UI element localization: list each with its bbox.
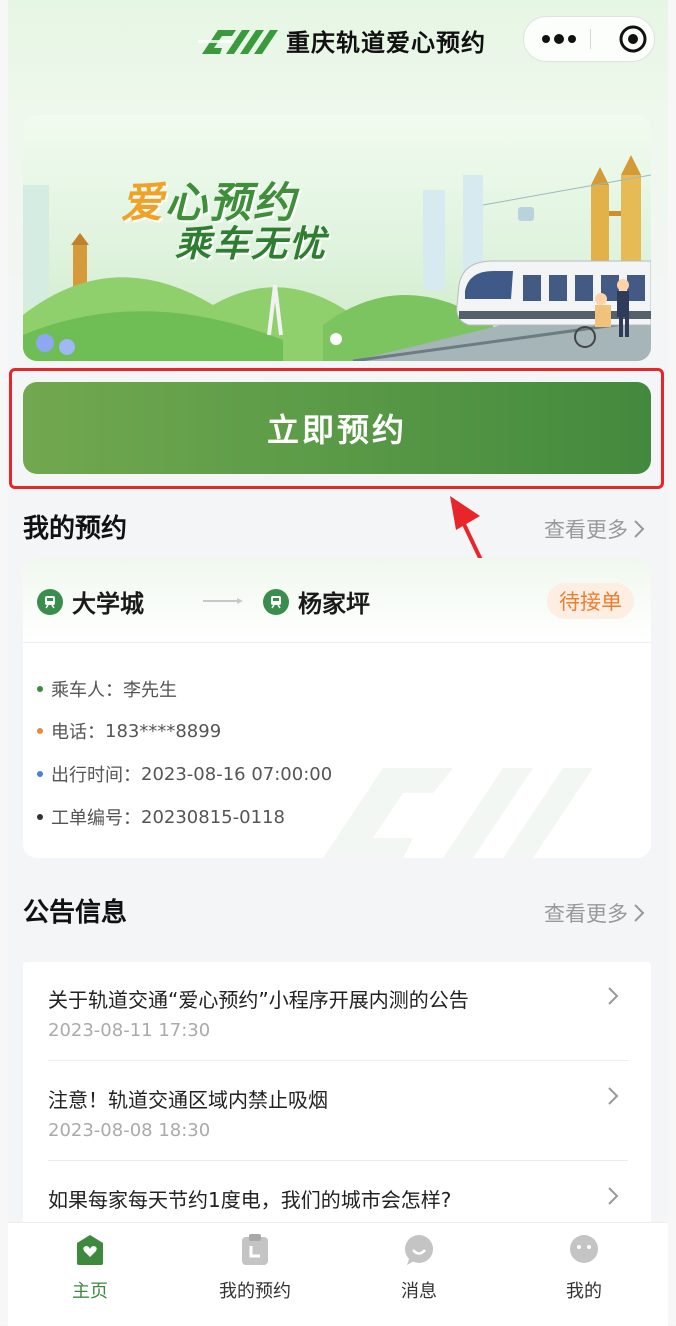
banner-illustration (23, 155, 651, 361)
my-booking-title: 我的预约 (23, 514, 128, 544)
phone-value: 183****8899 (105, 720, 222, 742)
notice-title: 关于轨道交通“爱心预约”小程序开展内测的公告 (48, 988, 469, 1012)
bullet-dot (37, 728, 43, 734)
travel-time-line: 出行时间： 2023-08-16 07:00:00 (37, 761, 332, 787)
notice-divider (48, 1160, 628, 1161)
passenger-label: 乘车人： (51, 680, 123, 701)
screen-edge-right (668, 0, 676, 1325)
order-number-label: 工单编号： (51, 808, 141, 829)
route-arrow-icon (203, 598, 243, 604)
notice-date: 2023-08-08 18:30 (48, 1120, 211, 1141)
tab-profile[interactable]: 我的 (524, 1233, 644, 1313)
passenger-value: 李先生 (123, 680, 177, 701)
passenger-line: 乘车人： 李先生 (37, 676, 177, 702)
notice-item[interactable]: 注意！轨道交通区域内禁止吸烟 2023-08-08 18:30 (23, 1062, 651, 1162)
see-more-label: 查看更多 (544, 518, 628, 542)
notice-date: 2023-08-11 17:30 (48, 1020, 211, 1041)
chevron-right-icon (608, 1187, 619, 1205)
notice-title: 注意！轨道交通区域内禁止吸烟 (48, 1088, 328, 1112)
tab-label: 主页 (72, 1281, 108, 1302)
notice-divider (48, 1060, 628, 1061)
tab-home[interactable]: 主页 (30, 1233, 150, 1313)
to-station-name: 杨家坪 (298, 590, 370, 618)
target-close-icon (619, 25, 647, 53)
notices-title: 公告信息 (23, 898, 128, 928)
to-station: 杨家坪 (263, 584, 370, 619)
banner-slogan-line2: 乘车无忧 (175, 224, 328, 265)
carousel-indicator-dot[interactable] (330, 333, 342, 345)
chevron-right-icon (608, 987, 619, 1005)
bullet-dot (37, 814, 43, 820)
message-smile-icon (405, 1235, 433, 1265)
home-heart-icon (77, 1235, 103, 1265)
notices-see-more[interactable]: 查看更多 (544, 898, 646, 928)
navigation-bar: 重庆轨道爱心预约 (8, 0, 668, 90)
notice-item[interactable]: 关于轨道交通“爱心预约”小程序开展内测的公告 2023-08-11 17:30 (23, 962, 651, 1062)
miniprogram-capsule (523, 16, 655, 62)
see-more-label: 查看更多 (544, 902, 628, 926)
promo-banner[interactable]: 爱心预约 乘车无忧 (23, 115, 651, 361)
order-number-line: 工单编号： 20230815-0118 (37, 804, 285, 830)
bullet-dot (37, 686, 43, 692)
chevron-right-icon (608, 1087, 619, 1105)
bottom-tab-bar: 主页 我的预约 消息 我的 (8, 1222, 668, 1326)
tab-label: 消息 (401, 1281, 437, 1302)
more-button[interactable] (524, 17, 590, 61)
chevron-right-icon (634, 904, 645, 922)
from-station-name: 大学城 (72, 590, 144, 618)
metro-station-icon (37, 588, 63, 615)
more-dots-icon (542, 34, 576, 44)
metro-station-icon (263, 588, 289, 615)
clipboard-icon (242, 1234, 268, 1265)
screen-edge-left (0, 0, 8, 1325)
notice-list: 关于轨道交通“爱心预约”小程序开展内测的公告 2023-08-11 17:30 … (23, 962, 651, 1242)
route-row: 大学城 杨家坪 待接单 (23, 558, 651, 643)
bullet-dot (37, 771, 43, 777)
travel-time-label: 出行时间： (51, 765, 141, 786)
notice-title: 如果每家每天节约1度电，我们的城市会怎样? (48, 1188, 452, 1212)
tab-label: 我的 (566, 1281, 602, 1302)
annotation-highlight-box (9, 368, 664, 489)
user-face-icon (570, 1235, 598, 1263)
tab-label: 我的预约 (219, 1281, 291, 1302)
status-badge: 待接单 (547, 583, 634, 619)
close-miniprogram-button[interactable] (591, 17, 655, 61)
app-title: 重庆轨道爱心预约 (286, 29, 486, 57)
logo-watermark (323, 768, 593, 858)
chevron-right-icon (634, 520, 645, 538)
booking-card[interactable]: 大学城 杨家坪 待接单 乘车人： 李先生 电话： 183****8899 出行时… (23, 558, 651, 858)
tab-messages[interactable]: 消息 (359, 1233, 479, 1313)
phone-label: 电话： (51, 722, 105, 743)
my-booking-see-more[interactable]: 查看更多 (544, 514, 646, 544)
order-number-value: 20230815-0118 (141, 806, 285, 828)
tab-my-bookings[interactable]: 我的预约 (195, 1233, 315, 1313)
from-station: 大学城 (37, 584, 144, 619)
phone-line: 电话： 183****8899 (37, 718, 221, 744)
metro-logo-icon (198, 30, 278, 54)
